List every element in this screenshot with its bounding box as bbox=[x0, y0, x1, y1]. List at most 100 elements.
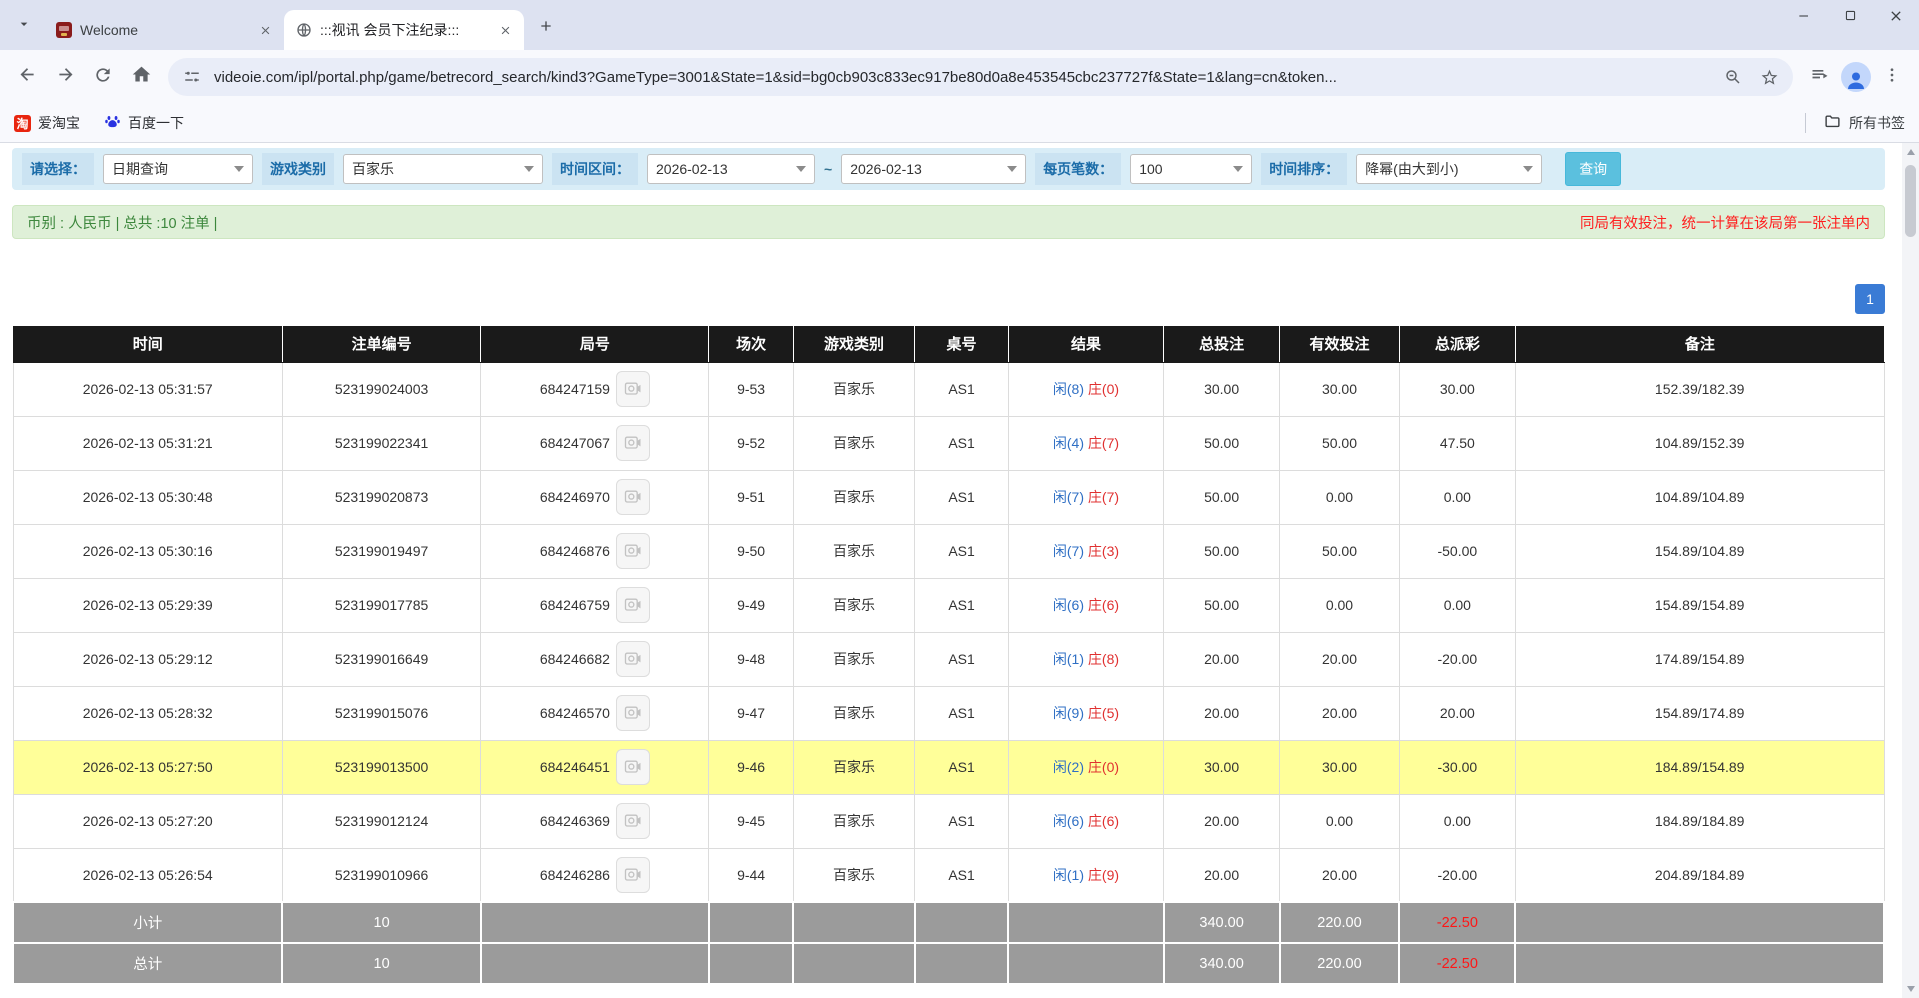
cell-result: 闲(9) 庄(5) bbox=[1008, 686, 1163, 740]
cell-table-no: AS1 bbox=[915, 524, 1009, 578]
player-result: 闲(1) bbox=[1053, 651, 1084, 667]
bookmark-label: 百度一下 bbox=[128, 113, 184, 133]
video-replay-button[interactable] bbox=[616, 533, 650, 569]
total-bet-link[interactable]: 30.00 bbox=[1164, 362, 1280, 416]
back-button[interactable] bbox=[10, 60, 44, 94]
bookmark-star-icon[interactable] bbox=[1755, 63, 1783, 91]
forward-button[interactable] bbox=[48, 60, 82, 94]
header-valid-bet: 有效投注 bbox=[1280, 326, 1400, 362]
media-controls-icon bbox=[1810, 65, 1830, 90]
total-bet-link[interactable]: 20.00 bbox=[1164, 848, 1280, 902]
reload-button[interactable] bbox=[86, 60, 120, 94]
video-replay-button[interactable] bbox=[616, 371, 650, 407]
close-tab-icon[interactable] bbox=[496, 21, 514, 39]
time-sort-select[interactable]: 降幂(由大到小) bbox=[1356, 154, 1542, 184]
close-tab-icon[interactable] bbox=[256, 21, 274, 39]
welcome-favicon-icon bbox=[56, 22, 72, 38]
home-button[interactable] bbox=[124, 60, 158, 94]
cell-valid-bet: 50.00 bbox=[1280, 524, 1400, 578]
new-tab-button[interactable] bbox=[532, 14, 560, 42]
zoom-indicator-icon[interactable] bbox=[1719, 63, 1747, 91]
cell-valid-bet: 20.00 bbox=[1280, 848, 1400, 902]
empty-cell bbox=[793, 902, 915, 943]
total-bet-link[interactable]: 50.00 bbox=[1164, 524, 1280, 578]
table-row: 2026-02-13 05:31:21 523199022341 6842470… bbox=[13, 416, 1884, 470]
maximize-button[interactable] bbox=[1827, 0, 1873, 36]
banker-result: 庄(3) bbox=[1088, 543, 1119, 559]
player-result: 闲(8) bbox=[1053, 381, 1084, 397]
cell-bet-id: 523199024003 bbox=[282, 362, 480, 416]
tab-search-button[interactable] bbox=[10, 12, 38, 40]
window-scrollbar[interactable] bbox=[1902, 143, 1919, 998]
scrollbar-thumb[interactable] bbox=[1905, 165, 1916, 237]
total-bet-link[interactable]: 30.00 bbox=[1164, 740, 1280, 794]
header-result: 结果 bbox=[1008, 326, 1163, 362]
cell-time: 2026-02-13 05:30:48 bbox=[13, 470, 282, 524]
tab-welcome[interactable]: Welcome bbox=[44, 10, 284, 50]
minimize-button[interactable] bbox=[1781, 0, 1827, 36]
video-replay-button[interactable] bbox=[616, 695, 650, 731]
date-from-select[interactable]: 2026-02-13 bbox=[647, 154, 815, 184]
address-bar[interactable]: videoie.com/ipl/portal.php/game/betrecor… bbox=[168, 58, 1793, 96]
total-payout: -22.50 bbox=[1399, 943, 1515, 984]
media-controls-button[interactable] bbox=[1803, 60, 1837, 94]
forward-arrow-icon bbox=[55, 64, 76, 90]
video-replay-button[interactable] bbox=[616, 803, 650, 839]
date-to-select[interactable]: 2026-02-13 bbox=[841, 154, 1026, 184]
video-replay-button[interactable] bbox=[616, 425, 650, 461]
tab-bet-record[interactable]: :::视讯 会员下注纪录::: bbox=[284, 10, 524, 50]
page-1-button[interactable]: 1 bbox=[1855, 284, 1885, 314]
kebab-menu-icon bbox=[1883, 66, 1901, 89]
video-replay-button[interactable] bbox=[616, 587, 650, 623]
cell-table-no: AS1 bbox=[915, 470, 1009, 524]
cell-note: 154.89/154.89 bbox=[1515, 578, 1884, 632]
cell-bet-id: 523199020873 bbox=[282, 470, 480, 524]
page-size-select[interactable]: 100 bbox=[1130, 154, 1252, 184]
total-bet-link[interactable]: 50.00 bbox=[1164, 470, 1280, 524]
url-text[interactable]: videoie.com/ipl/portal.php/game/betrecor… bbox=[214, 69, 1711, 86]
total-bet-link[interactable]: 20.00 bbox=[1164, 686, 1280, 740]
table-row: 2026-02-13 05:30:48 523199020873 6842469… bbox=[13, 470, 1884, 524]
browser-menu-button[interactable] bbox=[1875, 60, 1909, 94]
table-row: 2026-02-13 05:29:12 523199016649 6842466… bbox=[13, 632, 1884, 686]
header-table-no: 桌号 bbox=[915, 326, 1009, 362]
site-settings-tune-icon[interactable] bbox=[178, 63, 206, 91]
bookmark-baidu[interactable]: 百度一下 bbox=[104, 113, 184, 133]
cell-note: 104.89/104.89 bbox=[1515, 470, 1884, 524]
cell-valid-bet: 20.00 bbox=[1280, 632, 1400, 686]
query-button[interactable]: 查询 bbox=[1565, 152, 1621, 186]
scrollbar-down-arrow-icon[interactable] bbox=[1902, 982, 1919, 996]
video-replay-button[interactable] bbox=[616, 479, 650, 515]
cell-payout: 47.50 bbox=[1399, 416, 1515, 470]
cell-result: 闲(4) 庄(7) bbox=[1008, 416, 1163, 470]
round-id-text: 684247159 bbox=[540, 381, 610, 397]
total-bet-link[interactable]: 50.00 bbox=[1164, 578, 1280, 632]
cell-round-id: 684246970 bbox=[481, 470, 709, 524]
pagination: 1 bbox=[12, 284, 1885, 314]
close-window-button[interactable] bbox=[1873, 0, 1919, 36]
all-bookmarks-label: 所有书签 bbox=[1849, 113, 1905, 133]
bookmark-aitaobao[interactable]: 淘 爱淘宝 bbox=[14, 113, 80, 133]
table-row: 2026-02-13 05:31:57 523199024003 6842471… bbox=[13, 362, 1884, 416]
video-replay-button[interactable] bbox=[616, 857, 650, 893]
cell-round-id: 684246759 bbox=[481, 578, 709, 632]
bookmark-label: 爱淘宝 bbox=[38, 113, 80, 133]
profile-avatar[interactable] bbox=[1841, 62, 1871, 92]
cell-table-no: AS1 bbox=[915, 740, 1009, 794]
video-replay-button[interactable] bbox=[616, 641, 650, 677]
baidu-paw-icon bbox=[104, 113, 121, 133]
close-icon bbox=[1888, 8, 1904, 29]
total-bet-link[interactable]: 20.00 bbox=[1164, 794, 1280, 848]
cell-time: 2026-02-13 05:26:54 bbox=[13, 848, 282, 902]
scrollbar-up-arrow-icon[interactable] bbox=[1902, 145, 1919, 159]
total-bet-link[interactable]: 20.00 bbox=[1164, 632, 1280, 686]
game-type-select[interactable]: 百家乐 bbox=[343, 154, 543, 184]
date-from-value: 2026-02-13 bbox=[656, 161, 728, 177]
header-time: 时间 bbox=[13, 326, 282, 362]
all-bookmarks-button[interactable]: 所有书签 bbox=[1805, 113, 1905, 133]
video-replay-button[interactable] bbox=[616, 749, 650, 785]
query-type-select[interactable]: 日期查询 bbox=[103, 154, 253, 184]
empty-cell bbox=[481, 902, 709, 943]
player-result: 闲(7) bbox=[1053, 543, 1084, 559]
total-bet-link[interactable]: 50.00 bbox=[1164, 416, 1280, 470]
